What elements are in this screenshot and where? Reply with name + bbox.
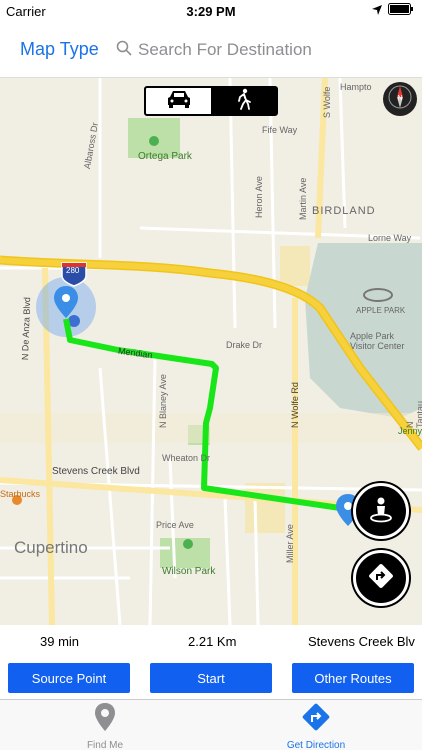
start-button[interactable]: Start	[150, 663, 272, 693]
location-arrow-icon	[372, 3, 382, 18]
search-placeholder: Search For Destination	[138, 40, 312, 59]
map-type-button[interactable]: Map Type	[20, 39, 99, 60]
apple-park-label: APPLE PARK	[356, 306, 406, 315]
walk-mode-button[interactable]	[211, 88, 276, 114]
wheaton-dr-label: Wheaton Dr	[162, 453, 211, 463]
turn-right-sign-icon	[366, 561, 396, 596]
svg-text:N: N	[397, 95, 402, 102]
ortega-park-label: Ortega Park	[138, 151, 192, 162]
compass-icon: N	[387, 84, 413, 115]
apple-park-visitor-label: Apple Park Visitor Center	[350, 331, 405, 351]
lorne-way-label: Lorne Way	[368, 233, 412, 243]
compass-button[interactable]: N	[383, 82, 417, 116]
search-field[interactable]: Search For Destination	[116, 36, 416, 64]
walk-icon	[234, 88, 254, 115]
map-pin-icon	[94, 702, 116, 737]
drake-dr-label: Drake Dr	[226, 340, 263, 350]
stevens-creek-label: Stevens Creek Blvd	[52, 466, 140, 477]
fife-way-label: Fife Way	[262, 125, 298, 135]
directions-button[interactable]	[353, 550, 409, 606]
current-location-button[interactable]	[353, 483, 409, 539]
navigation-bar: Map Type Search For Destination	[0, 22, 422, 78]
search-icon	[116, 40, 132, 61]
tab-get-direction[interactable]: Get Direction	[246, 702, 386, 751]
map-view[interactable]: Ortega Park BIRDLAND APPLE PARK Apple Pa…	[0, 78, 422, 625]
tab-find-me-label: Find Me	[86, 740, 124, 751]
route-distance: 2.21 Km	[188, 634, 237, 649]
route-destination: Stevens Creek Blv	[308, 634, 415, 649]
battery-icon	[388, 3, 414, 18]
jenny-label: Jenny	[398, 426, 422, 436]
status-bar: Carrier 3:29 PM	[0, 0, 422, 22]
miller-ave-label: Miller Ave	[285, 524, 295, 563]
other-routes-button[interactable]: Other Routes	[292, 663, 414, 693]
tab-bar: Find Me Get Direction	[0, 699, 422, 751]
route-duration: 39 min	[40, 634, 80, 649]
highway-280-shield: 280	[66, 266, 80, 275]
martin-ave-label: Martin Ave	[298, 177, 308, 220]
s-wolfe-label: S Wolfe	[322, 86, 332, 118]
price-ave-label: Price Ave	[156, 520, 194, 530]
wolfe-rd-label: N Wolfe Rd	[290, 382, 300, 428]
heron-ave-label: Heron Ave	[254, 176, 264, 218]
status-time: 3:29 PM	[186, 4, 236, 19]
route-stats: 39 min 2.21 Km Stevens Creek Blv	[0, 625, 422, 657]
cupertino-label: Cupertino	[14, 538, 88, 557]
source-point-button[interactable]: Source Point	[8, 663, 130, 693]
person-location-icon	[366, 494, 396, 529]
directions-sign-icon	[301, 702, 331, 737]
tantau-ave-label: N Tantau Ave	[405, 400, 422, 428]
tab-find-me[interactable]: Find Me	[35, 702, 175, 751]
action-buttons: Source Point Start Other Routes	[0, 660, 422, 696]
starbucks-label: Starbucks	[0, 489, 41, 499]
birdland-label: BIRDLAND	[312, 205, 376, 217]
tab-get-direction-label: Get Direction	[286, 740, 346, 751]
transport-mode-toggle	[144, 86, 278, 116]
status-icons	[372, 3, 414, 18]
blaney-ave-label: N Blaney Ave	[158, 374, 168, 428]
hampton-label: Hampto	[340, 82, 372, 92]
car-icon	[166, 89, 192, 114]
car-mode-button[interactable]	[146, 88, 211, 114]
wilson-park-label: Wilson Park	[162, 566, 216, 577]
